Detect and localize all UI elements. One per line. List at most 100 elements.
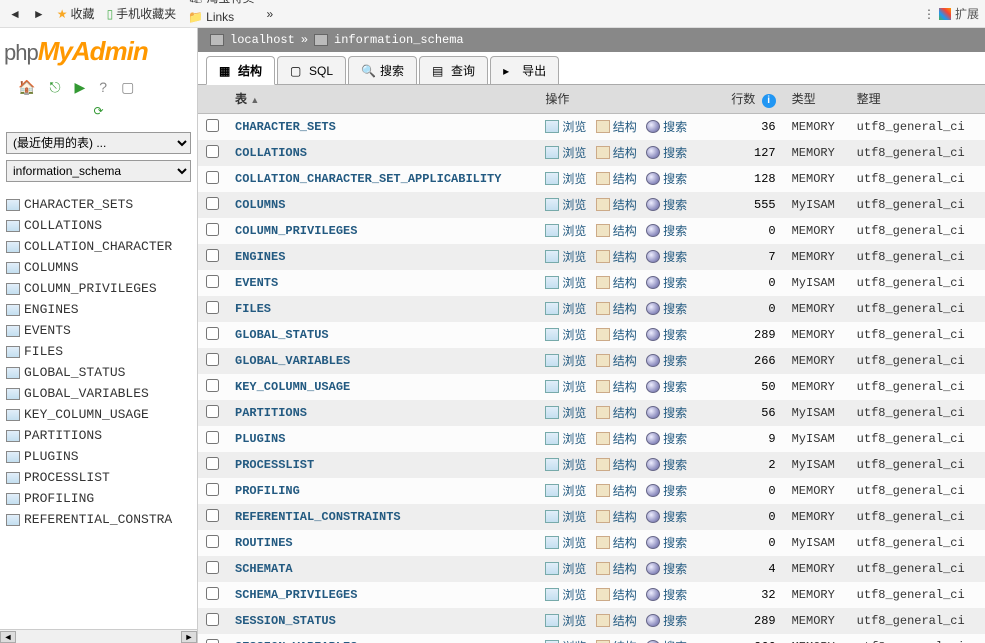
browse-action[interactable]: 浏览: [545, 456, 586, 473]
structure-action[interactable]: 结构: [596, 456, 637, 473]
search-action[interactable]: 搜索: [646, 352, 687, 369]
row-checkbox[interactable]: [206, 197, 219, 210]
search-action[interactable]: 搜索: [646, 638, 687, 643]
row-checkbox[interactable]: [206, 171, 219, 184]
favorites-button[interactable]: ★收藏: [54, 3, 98, 24]
search-action[interactable]: 搜索: [646, 456, 687, 473]
table-name-link[interactable]: SCHEMA_PRIVILEGES: [235, 588, 357, 602]
browse-action[interactable]: 浏览: [545, 586, 586, 603]
table-name-link[interactable]: COLUMNS: [235, 198, 285, 212]
table-name-link[interactable]: GLOBAL_VARIABLES: [235, 354, 350, 368]
browse-action[interactable]: 浏览: [545, 274, 586, 291]
search-action[interactable]: 搜索: [646, 586, 687, 603]
search-action[interactable]: 搜索: [646, 612, 687, 629]
browse-action[interactable]: 浏览: [545, 248, 586, 265]
tab-搜索[interactable]: 🔍搜索: [348, 56, 417, 84]
row-checkbox[interactable]: [206, 431, 219, 444]
tree-item[interactable]: PARTITIONS: [4, 425, 193, 446]
breadcrumb-host[interactable]: localhost: [230, 33, 295, 47]
table-name-link[interactable]: SESSION_STATUS: [235, 614, 336, 628]
browse-action[interactable]: 浏览: [545, 560, 586, 577]
help-icon[interactable]: ?: [99, 79, 107, 96]
h-scrollbar[interactable]: ◄ ►: [0, 629, 197, 643]
structure-action[interactable]: 结构: [596, 196, 637, 213]
structure-action[interactable]: 结构: [596, 560, 637, 577]
row-checkbox[interactable]: [206, 535, 219, 548]
search-action[interactable]: 搜索: [646, 222, 687, 239]
col-table[interactable]: 表 ▲: [227, 85, 537, 113]
table-name-link[interactable]: ROUTINES: [235, 536, 293, 550]
tree-item[interactable]: REFERENTIAL_CONSTRA: [4, 509, 193, 530]
table-name-link[interactable]: COLLATIONS: [235, 146, 307, 160]
row-checkbox[interactable]: [206, 587, 219, 600]
row-checkbox[interactable]: [206, 275, 219, 288]
search-action[interactable]: 搜索: [646, 196, 687, 213]
col-rows[interactable]: 行数 i: [717, 85, 783, 113]
browse-action[interactable]: 浏览: [545, 534, 586, 551]
breadcrumb-db[interactable]: information_schema: [334, 33, 464, 47]
search-action[interactable]: 搜索: [646, 248, 687, 265]
tree-item[interactable]: GLOBAL_VARIABLES: [4, 383, 193, 404]
row-checkbox[interactable]: [206, 249, 219, 262]
structure-action[interactable]: 结构: [596, 508, 637, 525]
structure-action[interactable]: 结构: [596, 274, 637, 291]
browse-action[interactable]: 浏览: [545, 404, 586, 421]
structure-action[interactable]: 结构: [596, 118, 637, 135]
tree-item[interactable]: KEY_COLUMN_USAGE: [4, 404, 193, 425]
structure-action[interactable]: 结构: [596, 482, 637, 499]
row-checkbox[interactable]: [206, 639, 219, 643]
search-action[interactable]: 搜索: [646, 378, 687, 395]
nav-back-icon[interactable]: ◄: [6, 5, 24, 23]
row-checkbox[interactable]: [206, 483, 219, 496]
structure-action[interactable]: 结构: [596, 144, 637, 161]
col-type[interactable]: 类型: [784, 85, 849, 113]
bookmark-item[interactable]: 📁Links: [185, 8, 257, 26]
refresh-icon[interactable]: ⟳: [93, 104, 103, 118]
table-name-link[interactable]: COLLATION_CHARACTER_SET_APPLICABILITY: [235, 172, 501, 186]
search-action[interactable]: 搜索: [646, 560, 687, 577]
structure-action[interactable]: 结构: [596, 222, 637, 239]
database-select[interactable]: information_schema: [6, 160, 191, 182]
search-action[interactable]: 搜索: [646, 118, 687, 135]
table-name-link[interactable]: GLOBAL_STATUS: [235, 328, 329, 342]
nav-forward-icon[interactable]: ►: [30, 5, 48, 23]
structure-action[interactable]: 结构: [596, 326, 637, 343]
table-name-link[interactable]: KEY_COLUMN_USAGE: [235, 380, 350, 394]
search-action[interactable]: 搜索: [646, 508, 687, 525]
col-collation[interactable]: 整理: [849, 85, 985, 113]
table-name-link[interactable]: EVENTS: [235, 276, 278, 290]
browse-action[interactable]: 浏览: [545, 222, 586, 239]
structure-action[interactable]: 结构: [596, 638, 637, 643]
structure-action[interactable]: 结构: [596, 612, 637, 629]
tree-item[interactable]: PROFILING: [4, 488, 193, 509]
table-name-link[interactable]: PROFILING: [235, 484, 300, 498]
tree-item[interactable]: PLUGINS: [4, 446, 193, 467]
tree-item[interactable]: COLLATION_CHARACTER: [4, 236, 193, 257]
tree-item[interactable]: ENGINES: [4, 299, 193, 320]
search-action[interactable]: 搜索: [646, 534, 687, 551]
table-name-link[interactable]: FILES: [235, 302, 271, 316]
browse-action[interactable]: 浏览: [545, 430, 586, 447]
browse-action[interactable]: 浏览: [545, 118, 586, 135]
table-name-link[interactable]: SCHEMATA: [235, 562, 293, 576]
browse-action[interactable]: 浏览: [545, 482, 586, 499]
scroll-left-icon[interactable]: ◄: [0, 631, 16, 643]
mobile-fav-button[interactable]: ▯手机收藏夹: [104, 3, 180, 24]
search-action[interactable]: 搜索: [646, 274, 687, 291]
browse-action[interactable]: 浏览: [545, 144, 586, 161]
scroll-right-icon[interactable]: ►: [181, 631, 197, 643]
structure-action[interactable]: 结构: [596, 378, 637, 395]
table-name-link[interactable]: PROCESSLIST: [235, 458, 314, 472]
browse-action[interactable]: 浏览: [545, 326, 586, 343]
table-name-link[interactable]: ENGINES: [235, 250, 285, 264]
row-checkbox[interactable]: [206, 145, 219, 158]
structure-action[interactable]: 结构: [596, 586, 637, 603]
search-action[interactable]: 搜索: [646, 430, 687, 447]
browse-action[interactable]: 浏览: [545, 352, 586, 369]
row-checkbox[interactable]: [206, 405, 219, 418]
table-name-link[interactable]: CHARACTER_SETS: [235, 120, 336, 134]
tree-item[interactable]: EVENTS: [4, 320, 193, 341]
row-checkbox[interactable]: [206, 613, 219, 626]
table-name-link[interactable]: COLUMN_PRIVILEGES: [235, 224, 357, 238]
tree-item[interactable]: FILES: [4, 341, 193, 362]
